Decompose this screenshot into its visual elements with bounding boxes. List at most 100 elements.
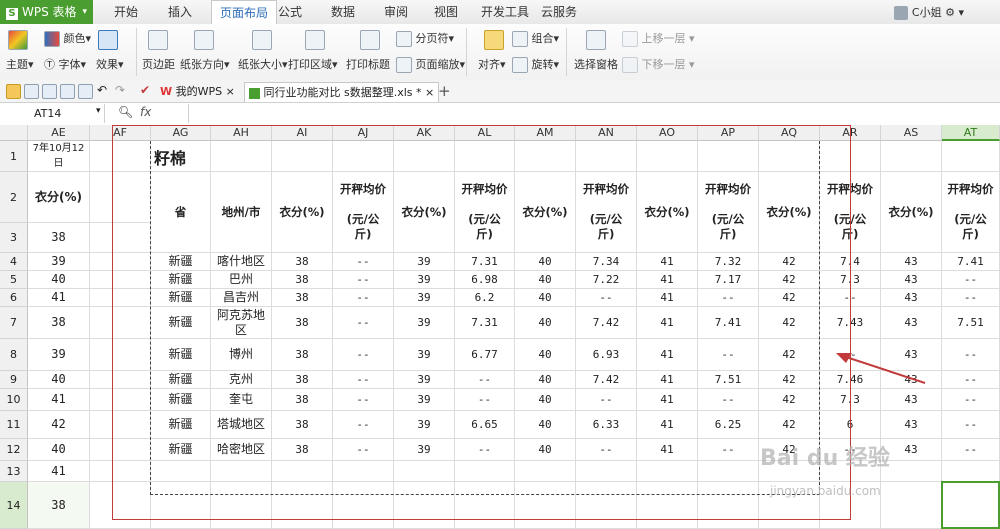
chevron-down-icon[interactable]: ▾ [96, 106, 101, 116]
table-cell[interactable]: -- [942, 371, 1000, 389]
print-icon[interactable] [60, 84, 75, 99]
tab-2[interactable]: 页面布局 [211, 0, 278, 25]
size-icon-button[interactable] [252, 30, 272, 50]
selection-pane-icon-button[interactable] [586, 30, 606, 50]
print-titles-button[interactable]: 打印标题 [346, 56, 390, 72]
table-cell[interactable]: 43 [881, 289, 942, 307]
row-header-11[interactable]: 11 [0, 411, 28, 439]
row-header-1[interactable]: 1 [0, 141, 28, 172]
orientation-button[interactable]: 纸张方向▾ [180, 56, 230, 72]
row-header-12[interactable]: 12 [0, 439, 28, 461]
page-break-button[interactable]: 分页符▾ [396, 30, 454, 47]
row-header-14[interactable]: 14 [0, 482, 28, 529]
table-cell[interactable]: 43 [881, 439, 942, 461]
zoom-lookup-icon[interactable]: 🔍︎ [118, 105, 133, 119]
name-box[interactable]: AT14 [0, 104, 105, 123]
table-cell[interactable]: 43 [881, 307, 942, 339]
table-cell[interactable]: -- [942, 439, 1000, 461]
table-cell[interactable]: 43 [881, 271, 942, 289]
ae-value-cell[interactable]: 40 [28, 439, 90, 461]
print-area-button[interactable]: 打印区域▾ [288, 56, 338, 72]
row-header-5[interactable]: 5 [0, 271, 28, 289]
row-header-4[interactable]: 4 [0, 253, 28, 271]
orientation-icon-button[interactable] [194, 30, 214, 50]
margins-icon-button[interactable] [148, 30, 168, 50]
ae-value-cell[interactable]: 41 [28, 289, 90, 307]
grid-cell[interactable] [881, 482, 942, 529]
selection-pane-button[interactable]: 选择窗格 [574, 56, 618, 72]
ae-header-cell[interactable]: 衣分(%) [28, 172, 90, 223]
user-account[interactable]: C小姐 ⚙ ▾ [893, 4, 964, 20]
group-button[interactable]: 组合▾ [512, 30, 559, 47]
margins-button[interactable]: 页边距 [142, 56, 175, 72]
effects-icon-button[interactable] [98, 30, 118, 50]
table-header-cell[interactable]: 开秤均价 (元/公 斤) [942, 172, 1000, 253]
table-cell[interactable]: -- [942, 289, 1000, 307]
table-cell[interactable]: -- [942, 411, 1000, 439]
rotate-button[interactable]: 旋转▾ [512, 56, 559, 73]
ae-value-cell[interactable]: 42 [28, 411, 90, 439]
row-header-13[interactable]: 13 [0, 461, 28, 482]
table-cell[interactable]: 7.51 [942, 307, 1000, 339]
column-header-AE[interactable]: AE [28, 125, 90, 141]
corner-cell[interactable] [0, 125, 28, 141]
tab-3[interactable]: 公式 [278, 0, 302, 24]
fx-icon[interactable]: fx [140, 105, 151, 119]
tab-4[interactable]: 数据 [331, 0, 355, 24]
ae-value-cell[interactable]: 38 [28, 482, 90, 529]
row-header-7[interactable]: 7 [0, 307, 28, 339]
theme-label-button[interactable]: 主题▾ [6, 56, 34, 72]
table-cell[interactable]: -- [942, 339, 1000, 371]
row-header-10[interactable]: 10 [0, 389, 28, 411]
align-button[interactable]: 对齐▾ [478, 56, 506, 72]
doc-tab-home[interactable]: W 我的WPS × [156, 82, 239, 101]
chevron-down-icon[interactable]: ▾ [958, 6, 964, 19]
save-icon[interactable] [24, 84, 39, 99]
print-area-icon-button[interactable] [305, 30, 325, 50]
ae-value-cell[interactable]: 41 [28, 461, 90, 482]
undo-icon[interactable]: ↶ [97, 83, 107, 97]
column-header-AT[interactable]: AT [942, 125, 1000, 141]
ae-value-cell[interactable]: 38 [28, 307, 90, 339]
close-icon[interactable]: × [226, 85, 235, 98]
row-header-2[interactable]: 2 [0, 172, 28, 223]
table-header-cell[interactable]: 衣分(%) [881, 172, 942, 253]
formula-input[interactable] [188, 104, 999, 123]
row-header-9[interactable]: 9 [0, 371, 28, 389]
selected-cell-highlight[interactable] [941, 481, 1000, 529]
page-zoom-button[interactable]: 页面缩放▾ [396, 56, 465, 73]
ae-value-cell[interactable]: 39 [28, 253, 90, 271]
size-button[interactable]: 纸张大小▾ [238, 56, 288, 72]
colors-button[interactable]: 颜色▾ [44, 30, 91, 47]
table-cell[interactable]: 43 [881, 411, 942, 439]
column-header-AS[interactable]: AS [881, 125, 942, 141]
grid-cell[interactable] [942, 461, 1000, 482]
date-cell[interactable]: 7年10月12日 [28, 141, 90, 172]
pin-icon[interactable]: ✔ [140, 83, 150, 97]
fonts-button[interactable]: Ⓣ 字体▾ [44, 56, 86, 72]
row-header-8[interactable]: 8 [0, 339, 28, 371]
ae-value-cell[interactable]: 40 [28, 371, 90, 389]
export-pdf-icon[interactable] [42, 84, 57, 99]
settings-icon[interactable]: ⚙ [945, 6, 955, 19]
align-icon-button[interactable] [484, 30, 504, 50]
ae-value-cell[interactable]: 38 [28, 223, 90, 253]
open-icon[interactable] [6, 84, 21, 99]
row-header-6[interactable]: 6 [0, 289, 28, 307]
print-preview-icon[interactable] [78, 84, 93, 99]
doc-tab-file[interactable]: 同行业功能对比 s数据整理.xls * × [244, 82, 440, 102]
tab-8[interactable]: 云服务 [541, 0, 577, 24]
table-cell[interactable]: -- [942, 389, 1000, 411]
tab-1[interactable]: 插入 [168, 0, 192, 24]
grid-cell[interactable] [942, 141, 1000, 172]
grid-cell[interactable] [881, 141, 942, 172]
tab-7[interactable]: 开发工具 [481, 0, 529, 24]
tab-6[interactable]: 视图 [434, 0, 458, 24]
print-titles-icon-button[interactable] [360, 30, 380, 50]
ae-value-cell[interactable]: 39 [28, 339, 90, 371]
table-cell[interactable]: -- [942, 271, 1000, 289]
ae-value-cell[interactable]: 41 [28, 389, 90, 411]
table-cell[interactable]: 43 [881, 253, 942, 271]
row-header-3[interactable]: 3 [0, 223, 28, 253]
redo-icon[interactable]: ↷ [115, 83, 125, 97]
